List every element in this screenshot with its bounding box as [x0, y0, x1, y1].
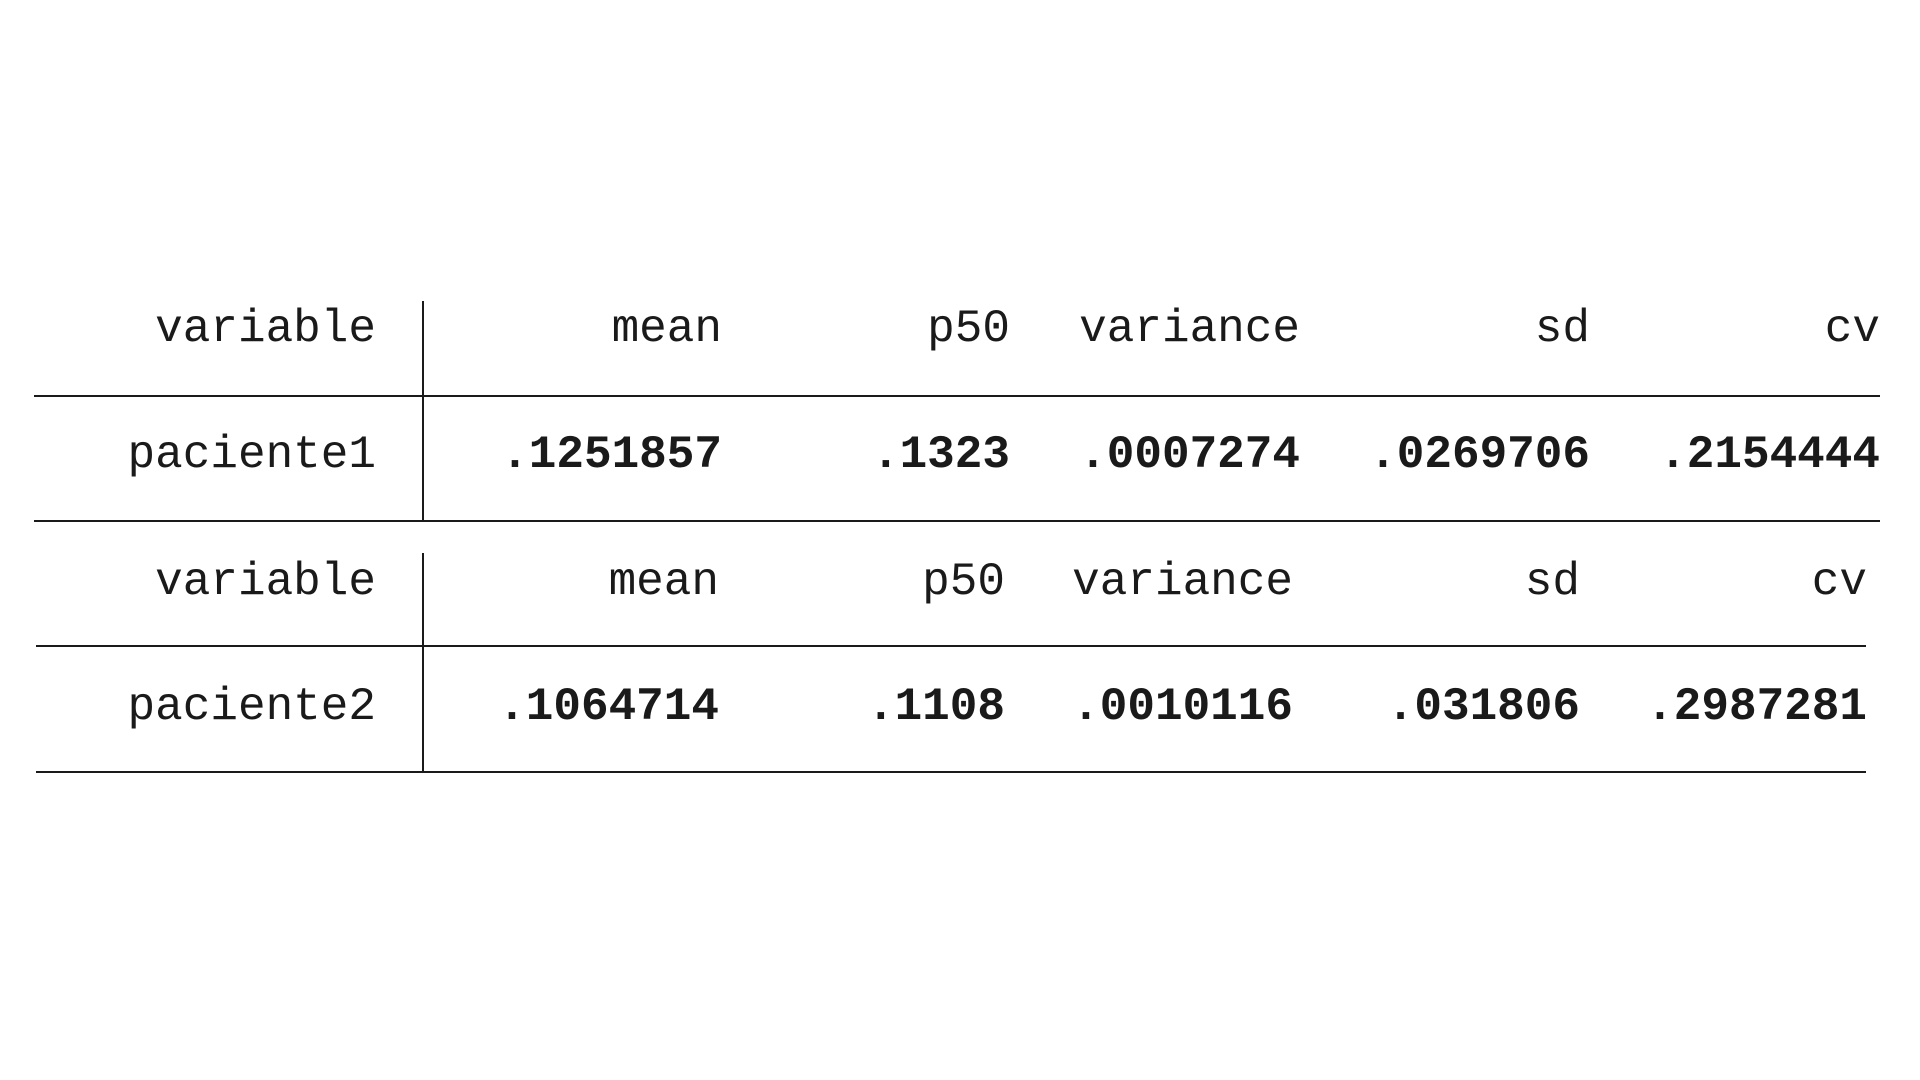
value-cv: .2154444 — [1659, 429, 1880, 481]
header-rule — [36, 645, 1866, 647]
header-cv: cv — [1811, 556, 1867, 608]
table-row: paciente2 .1064714 .1108 .0010116 .03180… — [0, 645, 1920, 769]
value-cv: .2987281 — [1646, 681, 1867, 733]
header-sd: sd — [1534, 303, 1590, 355]
table-header-row: variable mean p50 variance sd cv — [0, 267, 1920, 391]
header-p50: p50 — [927, 303, 1010, 355]
table-row: paciente1 .1251857 .1323 .0007274 .02697… — [0, 393, 1920, 517]
row-label-variable: paciente2 — [127, 681, 376, 733]
header-variable: variable — [155, 303, 376, 355]
value-sd: .031806 — [1386, 681, 1580, 733]
value-mean: .1251857 — [501, 429, 722, 481]
value-p50: .1108 — [866, 681, 1005, 733]
value-sd: .0269706 — [1369, 429, 1590, 481]
header-rule — [34, 395, 1880, 397]
header-p50: p50 — [922, 556, 1005, 608]
value-variance: .0007274 — [1079, 429, 1300, 481]
header-cv: cv — [1824, 303, 1880, 355]
value-p50: .1323 — [871, 429, 1010, 481]
header-variable: variable — [155, 556, 376, 608]
column-divider — [422, 301, 424, 520]
header-variance: variance — [1072, 556, 1293, 608]
header-mean: mean — [611, 303, 722, 355]
header-sd: sd — [1524, 556, 1580, 608]
value-mean: .1064714 — [498, 681, 719, 733]
stata-output-canvas: variable mean p50 variance sd cv pacient… — [0, 0, 1920, 1080]
row-label-variable: paciente1 — [127, 429, 376, 481]
bottom-rule — [36, 771, 1866, 773]
value-variance: .0010116 — [1072, 681, 1293, 733]
column-divider — [422, 553, 424, 772]
header-variance: variance — [1079, 303, 1300, 355]
header-mean: mean — [608, 556, 719, 608]
table-header-row: variable mean p50 variance sd cv — [0, 520, 1920, 644]
